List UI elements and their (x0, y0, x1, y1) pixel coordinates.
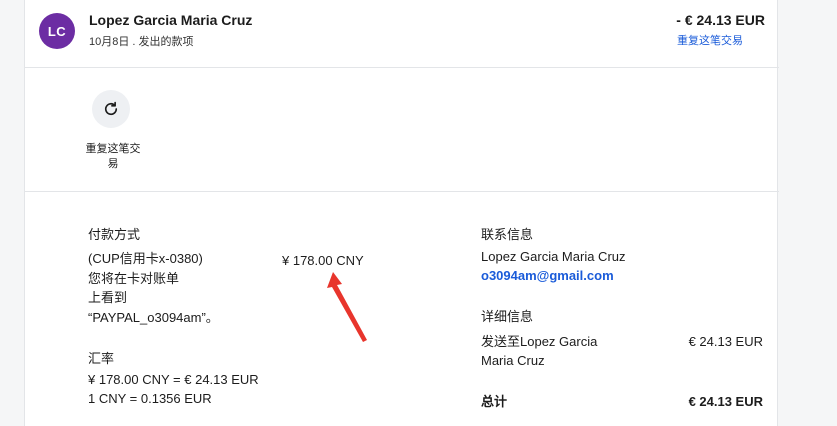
statement-note-line-2: 上看到 (88, 290, 128, 305)
contact-name: Lopez Garcia Maria Cruz (481, 249, 626, 264)
statement-note-line-3: “PAYPAL_o3094am”。 (88, 310, 219, 325)
payment-card: (CUP信用卡x-0380) (88, 251, 203, 266)
details-title: 详细信息 (481, 309, 534, 324)
exchange-rate-line-1: ¥ 178.00 CNY = € 24.13 EUR (88, 372, 259, 387)
contact-info-title: 联系信息 (481, 227, 534, 242)
contact-email-link[interactable]: o3094am@gmail.com (481, 266, 614, 285)
payment-cny-amount: ¥ 178.00 CNY (282, 253, 364, 268)
total-label: 总计 (481, 394, 508, 409)
actions-section: 重复这笔交易 (25, 68, 779, 192)
payment-method-title: 付款方式 (88, 227, 141, 242)
transaction-amount: - € 24.13 EUR (676, 12, 765, 28)
sent-to-line-2: Maria Cruz (481, 353, 545, 368)
transaction-header: LC Lopez Garcia Maria Cruz 10月8日 . 发出的款项… (25, 0, 779, 68)
recipient-name: Lopez Garcia Maria Cruz (89, 12, 253, 28)
statement-note-line-1: 您将在卡对账单 (88, 271, 180, 286)
repeat-transaction-button[interactable] (92, 90, 130, 128)
exchange-rate-line-2: 1 CNY = 0.1356 EUR (88, 391, 212, 406)
sent-amount: € 24.13 EUR (688, 334, 763, 349)
repeat-transaction-link[interactable]: 重复这笔交易 (677, 32, 743, 48)
exchange-rate-title: 汇率 (88, 351, 115, 366)
avatar: LC (39, 13, 75, 49)
refresh-icon (104, 101, 118, 116)
transaction-date: 10月8日 . 发出的款项 (89, 36, 194, 48)
total-amount: € 24.13 EUR (688, 394, 763, 409)
annotation-arrow (327, 272, 367, 342)
sent-to-line-1: 发送至Lopez Garcia (481, 334, 598, 349)
repeat-transaction-label[interactable]: 重复这笔交易 (82, 142, 144, 172)
transaction-card: LC Lopez Garcia Maria Cruz 10月8日 . 发出的款项… (24, 0, 779, 426)
